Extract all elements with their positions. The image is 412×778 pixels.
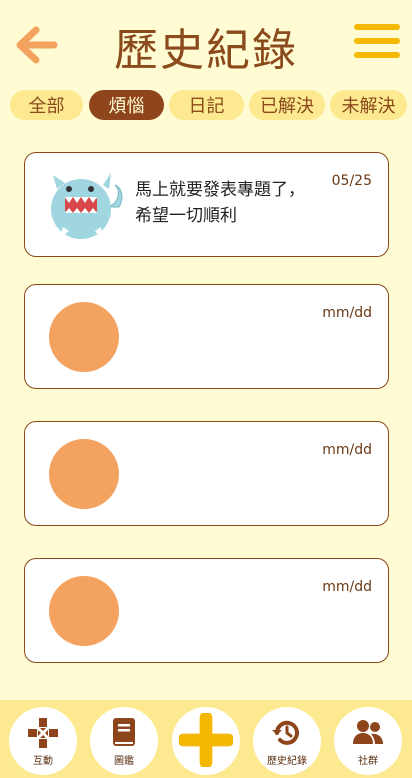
menu-icon[interactable] xyxy=(354,24,400,64)
history-icon xyxy=(272,720,299,745)
avatar-placeholder xyxy=(49,302,119,372)
nav-label: 歷史紀錄 xyxy=(267,755,307,767)
tab-all[interactable]: 全部 xyxy=(10,90,83,120)
history-card[interactable]: mm/dd xyxy=(24,421,389,526)
history-card[interactable]: mm/dd xyxy=(24,558,389,663)
entry-date: mm/dd xyxy=(322,442,372,458)
entry-date: mm/dd xyxy=(322,305,372,321)
page-title: 歷史紀錄 xyxy=(114,25,298,76)
entry-date: 05/25 xyxy=(331,173,372,189)
header: 歷史紀錄 xyxy=(0,0,412,90)
filter-tabs: 全部 煩惱 日記 已解決 未解決 xyxy=(0,90,412,124)
tab-resolved[interactable]: 已解決 xyxy=(249,90,325,120)
nav-add-button[interactable] xyxy=(172,707,240,775)
nav-history-button[interactable]: 歷史紀錄 xyxy=(253,707,321,775)
nav-label: 社群 xyxy=(358,755,378,767)
nav-label: 圖鑑 xyxy=(114,755,134,767)
tab-worries[interactable]: 煩惱 xyxy=(89,90,164,120)
nav-community-button[interactable]: 社群 xyxy=(334,707,402,775)
users-icon xyxy=(353,719,383,744)
entry-date: mm/dd xyxy=(322,579,372,595)
avatar-placeholder xyxy=(49,439,119,509)
bottom-navigation: 互動 圖鑑 歷史紀錄 社群 xyxy=(0,700,412,778)
tab-diary[interactable]: 日記 xyxy=(169,90,244,120)
nav-label: 互動 xyxy=(33,755,53,767)
avatar-placeholder xyxy=(49,576,119,646)
gamepad-icon xyxy=(28,717,58,748)
entry-text: 馬上就要發表專題了，希望一切順利 xyxy=(135,180,305,226)
nav-collection-button[interactable]: 圖鑑 xyxy=(90,707,158,775)
history-card[interactable]: mm/dd xyxy=(24,284,389,389)
book-icon xyxy=(113,717,135,746)
plus-icon xyxy=(179,713,233,767)
tab-unresolved[interactable]: 未解決 xyxy=(330,90,407,120)
nav-interact-button[interactable]: 互動 xyxy=(9,707,77,775)
monster-mascot-icon xyxy=(51,173,123,241)
history-card[interactable]: 馬上就要發表專題了，希望一切順利 05/25 xyxy=(24,152,389,257)
